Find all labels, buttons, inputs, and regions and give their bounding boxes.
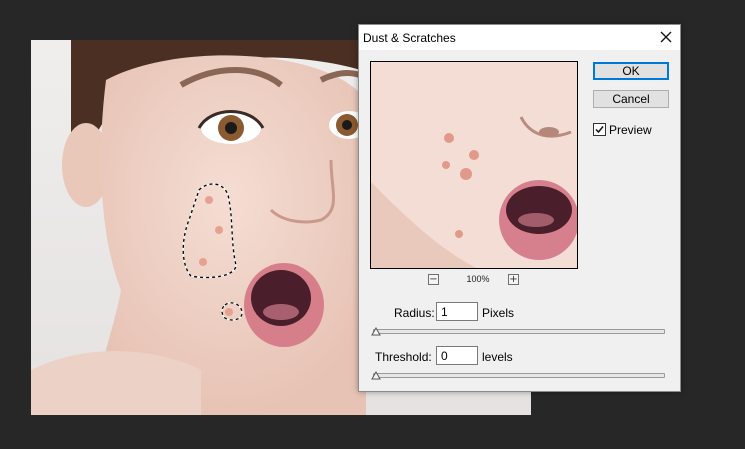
close-button[interactable]: [658, 29, 674, 45]
zoom-out-button[interactable]: −: [428, 274, 439, 285]
radius-slider-thumb[interactable]: [371, 326, 381, 336]
radius-slider-track[interactable]: [373, 329, 665, 334]
filter-preview[interactable]: [370, 61, 578, 269]
zoom-in-button[interactable]: +: [508, 274, 519, 285]
threshold-slider-thumb[interactable]: [371, 370, 381, 380]
zoom-controls: − 100% +: [370, 273, 578, 287]
checkbox-box[interactable]: [593, 123, 606, 136]
dust-scratches-dialog: Dust & Scratches − 100% + OK Cancel Prev…: [358, 24, 681, 392]
threshold-slider-track[interactable]: [373, 373, 665, 378]
zoom-level: 100%: [466, 274, 490, 284]
threshold-input[interactable]: [436, 346, 478, 365]
radius-unit: Pixels: [482, 306, 515, 320]
threshold-unit: levels: [482, 350, 513, 364]
close-icon: [658, 29, 674, 45]
radius-input[interactable]: [436, 302, 478, 321]
checkmark-icon: [594, 124, 605, 135]
radius-label: Radius:: [394, 306, 435, 320]
ok-button[interactable]: OK: [593, 62, 669, 80]
threshold-label: Threshold:: [375, 350, 432, 364]
preview-label: Preview: [609, 123, 652, 137]
dialog-titlebar[interactable]: Dust & Scratches: [359, 25, 680, 50]
cancel-button[interactable]: Cancel: [593, 90, 669, 108]
dialog-title: Dust & Scratches: [363, 31, 456, 45]
